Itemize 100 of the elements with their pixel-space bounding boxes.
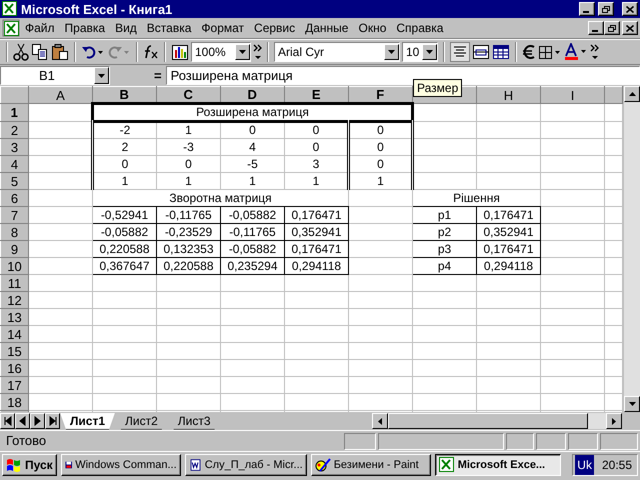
column-header[interactable]: F (348, 86, 412, 104)
menu-item[interactable]: Окно (353, 18, 392, 38)
spreadsheet-cell[interactable]: -0,11765 (156, 206, 220, 224)
spreadsheet-cell[interactable]: 0,220588 (92, 240, 156, 258)
spreadsheet-cell[interactable]: 1 (156, 122, 220, 138)
spreadsheet-cell[interactable]: 0 (348, 156, 412, 172)
scroll-up-button[interactable] (624, 86, 640, 102)
spreadsheet-cell[interactable]: p2 (412, 224, 476, 240)
menu-item[interactable]: Формат (196, 18, 250, 38)
close-button[interactable] (622, 2, 638, 16)
row-header[interactable]: 4 (0, 156, 28, 172)
taskbar-button[interactable]: Microsoft Exce... (434, 454, 561, 476)
name-box[interactable]: B1 (0, 66, 110, 85)
column-header[interactable]: D (220, 86, 284, 104)
menu-item[interactable]: Правка (60, 18, 110, 38)
dropdown-button[interactable] (235, 44, 250, 60)
language-indicator[interactable]: Uk (575, 455, 594, 475)
merge-icon[interactable] (472, 44, 490, 60)
sheet-tab[interactable]: Лист1 (60, 412, 116, 430)
workbook-icon[interactable] (2, 19, 20, 37)
menu-item[interactable]: Вид (110, 18, 142, 38)
formula-field[interactable]: Розширена матриця (166, 66, 640, 85)
font-field[interactable]: Arial Cyr (274, 42, 400, 62)
spreadsheet-cell[interactable]: -2 (92, 122, 156, 138)
column-header[interactable]: A (28, 86, 92, 104)
previous-sheet-button[interactable] (15, 413, 30, 429)
spreadsheet-cell[interactable]: 0,235294 (220, 258, 284, 274)
column-header[interactable]: C (156, 86, 220, 104)
row-header[interactable]: 17 (0, 376, 28, 394)
row-header[interactable]: 3 (0, 138, 28, 156)
spreadsheet-cell[interactable]: p3 (412, 240, 476, 258)
spreadsheet-cell[interactable]: Зворотна матриця (92, 190, 348, 206)
horizontal-scrollbar[interactable] (372, 413, 622, 429)
row-header[interactable]: 2 (0, 122, 28, 138)
menu-item[interactable]: Справка (391, 18, 448, 38)
spreadsheet-cell[interactable]: 2 (92, 138, 156, 156)
spreadsheet-cell[interactable]: Розширена матриця (92, 104, 412, 122)
dropdown-button[interactable] (94, 67, 109, 84)
spreadsheet-cell[interactable]: 0,132353 (156, 240, 220, 258)
spreadsheet-cell[interactable]: Рішення (412, 190, 540, 206)
function-icon[interactable] (143, 44, 159, 60)
table-icon[interactable] (492, 44, 510, 60)
scroll-thumb[interactable] (388, 413, 588, 429)
dropdown-button[interactable] (384, 44, 399, 60)
menu-item[interactable]: Файл (20, 18, 60, 38)
spreadsheet-cell[interactable]: 0 (156, 156, 220, 172)
spreadsheet-cell[interactable]: p1 (412, 206, 476, 224)
borders-icon[interactable] (538, 44, 562, 60)
spreadsheet-cell[interactable]: -0,05882 (92, 224, 156, 240)
font-color-icon[interactable] (564, 43, 588, 61)
taskbar-button[interactable]: Безимени - Paint (310, 454, 431, 476)
menu-item[interactable]: Сервис (249, 18, 300, 38)
vertical-scrollbar[interactable] (624, 86, 640, 412)
spreadsheet-cell[interactable]: -0,23529 (156, 224, 220, 240)
first-sheet-button[interactable] (0, 413, 15, 429)
chart-icon[interactable] (171, 43, 189, 61)
spreadsheet-cell[interactable]: 0 (348, 138, 412, 156)
spreadsheet-cell[interactable]: 0,367647 (92, 258, 156, 274)
scroll-right-button[interactable] (606, 413, 622, 429)
spreadsheet-cell[interactable]: -0,11765 (220, 224, 284, 240)
spreadsheet-cell[interactable]: -0,05882 (220, 240, 284, 258)
start-button[interactable]: Пуск (2, 454, 57, 476)
row-header[interactable]: 12 (0, 292, 28, 308)
row-header[interactable]: 9 (0, 240, 28, 258)
column-header[interactable]: I (540, 86, 604, 104)
spreadsheet-cell[interactable]: 0 (348, 122, 412, 138)
spreadsheet-cell[interactable]: 0,176471 (476, 240, 540, 258)
euro-icon[interactable] (522, 44, 536, 60)
scroll-down-button[interactable] (624, 396, 640, 412)
spreadsheet-cell[interactable]: 0,352941 (284, 224, 348, 240)
minimize-button[interactable] (588, 21, 604, 35)
next-sheet-button[interactable] (30, 413, 45, 429)
spreadsheet-cell[interactable]: 0,176471 (476, 206, 540, 224)
column-header[interactable]: E (284, 86, 348, 104)
last-sheet-button[interactable] (45, 413, 60, 429)
spreadsheet-cell[interactable]: 4 (220, 138, 284, 156)
spreadsheet-cell[interactable]: -5 (220, 156, 284, 172)
spreadsheet-cell[interactable]: 0,220588 (156, 258, 220, 274)
column-header[interactable]: H (476, 86, 540, 104)
spreadsheet-cell[interactable]: 0,294118 (476, 258, 540, 274)
restore-button[interactable] (598, 2, 614, 16)
row-header[interactable]: 7 (0, 206, 28, 224)
more-icon[interactable] (590, 44, 599, 60)
spreadsheet-cell[interactable]: p4 (412, 258, 476, 274)
spreadsheet-cell[interactable]: 0 (92, 156, 156, 172)
more-icon[interactable] (253, 44, 262, 60)
spreadsheet-cell[interactable]: 0,176471 (284, 240, 348, 258)
align-center-icon[interactable] (450, 42, 470, 62)
row-header[interactable]: 10 (0, 258, 28, 274)
font-size-field[interactable]: 10 (402, 42, 438, 62)
spreadsheet-cell[interactable]: 1 (348, 172, 412, 190)
dropdown-button[interactable] (422, 44, 437, 60)
row-header[interactable]: 16 (0, 360, 28, 376)
spreadsheet-cell[interactable]: -0,52941 (92, 206, 156, 224)
spreadsheet-cell[interactable]: 0,176471 (284, 206, 348, 224)
row-header[interactable]: 13 (0, 308, 28, 326)
undo-icon[interactable] (81, 44, 105, 60)
row-header[interactable]: 5 (0, 172, 28, 190)
spreadsheet-cell[interactable]: -3 (156, 138, 220, 156)
spreadsheet-cell[interactable]: 0 (220, 122, 284, 138)
